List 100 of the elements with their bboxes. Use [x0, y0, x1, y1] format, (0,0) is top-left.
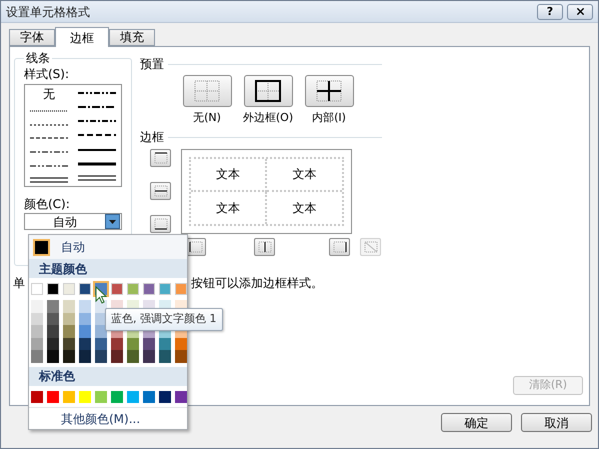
color-swatch[interactable] [31, 350, 43, 362]
automatic-swatch [32, 238, 50, 256]
section-title: 预置 [140, 57, 164, 71]
color-swatch[interactable] [127, 283, 139, 295]
color-swatch[interactable] [31, 338, 43, 350]
preset-button[interactable] [244, 75, 292, 107]
preview-text: 文本 [292, 166, 316, 184]
menu-item-label: 自动 [61, 239, 85, 256]
dialog-button[interactable]: 取消 [521, 413, 592, 432]
hint-text: 单 [13, 276, 25, 290]
color-swatch[interactable] [63, 325, 75, 338]
menu-item[interactable]: 其他颜色(M)... [29, 407, 187, 429]
section-title: 边框 [140, 130, 164, 144]
color-swatch[interactable] [31, 390, 43, 402]
color-swatch[interactable] [79, 338, 91, 350]
line-style-option[interactable] [78, 174, 116, 182]
border-edge-button[interactable] [150, 182, 171, 200]
window-title: 设置单元格格式 [6, 4, 90, 20]
border-edge-button[interactable] [150, 149, 171, 167]
color-swatch[interactable] [63, 390, 75, 402]
line-style-option[interactable] [78, 89, 116, 97]
color-swatch[interactable] [31, 312, 43, 325]
color-swatch[interactable] [31, 283, 43, 295]
tab[interactable]: 边框 [55, 27, 109, 47]
tab[interactable]: 字体 [9, 29, 55, 46]
color-swatch[interactable] [47, 283, 59, 295]
preset-button[interactable] [304, 75, 354, 107]
color-swatch[interactable] [111, 390, 123, 402]
tooltip: 蓝色, 强调文字颜色 1 [105, 308, 222, 331]
menu-header: 标准色 [29, 366, 187, 386]
color-swatch[interactable] [127, 350, 139, 362]
center-border-icon [256, 240, 272, 254]
color-swatch[interactable] [95, 338, 107, 350]
color-swatch[interactable] [159, 338, 171, 350]
line-style-option[interactable] [78, 160, 116, 168]
top-border-icon [152, 151, 168, 165]
color-swatch[interactable] [63, 300, 75, 312]
color-swatch[interactable] [31, 300, 43, 312]
color-swatch[interactable] [159, 390, 171, 402]
color-swatch[interactable] [79, 283, 91, 295]
color-swatch[interactable] [111, 283, 123, 295]
color-swatch[interactable] [79, 312, 91, 325]
color-swatch[interactable] [47, 300, 59, 312]
preset-label: 无(N) [193, 111, 221, 124]
style-label: 样式(S): [24, 67, 70, 81]
line-style-option[interactable]: 无 [43, 87, 55, 101]
color-swatch[interactable] [63, 283, 75, 295]
color-swatch[interactable] [143, 338, 155, 350]
color-swatch[interactable] [47, 350, 59, 362]
color-swatch[interactable] [47, 325, 59, 338]
color-swatch[interactable] [47, 390, 59, 402]
color-swatch[interactable] [143, 283, 155, 295]
color-dropdown[interactable]: 自动 [24, 213, 122, 230]
tab[interactable]: 填充 [109, 29, 155, 46]
color-swatch[interactable] [159, 350, 171, 362]
color-swatch[interactable] [79, 300, 91, 312]
help-button[interactable]: ? [537, 4, 563, 20]
color-swatch[interactable] [95, 325, 107, 338]
color-swatch[interactable] [111, 350, 123, 362]
border-edge-button[interactable] [329, 238, 350, 256]
border-edge-button[interactable] [150, 215, 171, 233]
color-swatch[interactable] [63, 338, 75, 350]
color-swatch[interactable] [47, 338, 59, 350]
middle-border-icon [152, 184, 168, 198]
group-title: 线条 [25, 51, 51, 65]
color-swatch[interactable] [127, 390, 139, 402]
color-swatch[interactable] [95, 390, 107, 402]
color-swatch[interactable] [143, 390, 155, 402]
close-button[interactable] [567, 4, 593, 20]
color-swatch[interactable] [159, 283, 171, 295]
outline-border-icon [252, 77, 284, 105]
color-swatch[interactable] [31, 325, 43, 338]
color-swatch[interactable] [47, 312, 59, 325]
preview-text: 文本 [216, 166, 240, 184]
color-swatch[interactable] [175, 390, 187, 402]
menu-header: 主题颜色 [29, 259, 187, 278]
color-swatch[interactable] [175, 283, 187, 295]
color-swatch[interactable] [63, 312, 75, 325]
line-style-option[interactable] [30, 176, 68, 184]
color-swatch[interactable] [63, 350, 75, 362]
border-edge-button[interactable] [254, 238, 275, 256]
menu-item[interactable]: 自动 [29, 235, 187, 259]
color-swatch[interactable] [79, 390, 91, 402]
color-label: 颜色(C): [24, 197, 71, 211]
color-swatch[interactable] [175, 350, 187, 362]
border-preview[interactable]: 文本 文本 文本 文本 [181, 149, 352, 234]
color-swatch[interactable] [175, 338, 187, 350]
color-swatch[interactable] [95, 350, 107, 362]
preview-text: 文本 [292, 200, 316, 217]
diagonal-border-icon [362, 240, 378, 254]
color-swatch[interactable] [143, 350, 155, 362]
color-swatch[interactable] [79, 325, 91, 338]
color-swatch[interactable] [127, 338, 139, 350]
dialog-button[interactable]: 确定 [441, 413, 512, 432]
preset-label: 内部(I) [312, 111, 346, 124]
bottom-border-icon [152, 217, 168, 231]
close-icon [574, 6, 586, 17]
preset-label: 外边框(O) [242, 111, 294, 124]
color-swatch[interactable] [111, 338, 123, 350]
color-swatch[interactable] [79, 350, 91, 362]
